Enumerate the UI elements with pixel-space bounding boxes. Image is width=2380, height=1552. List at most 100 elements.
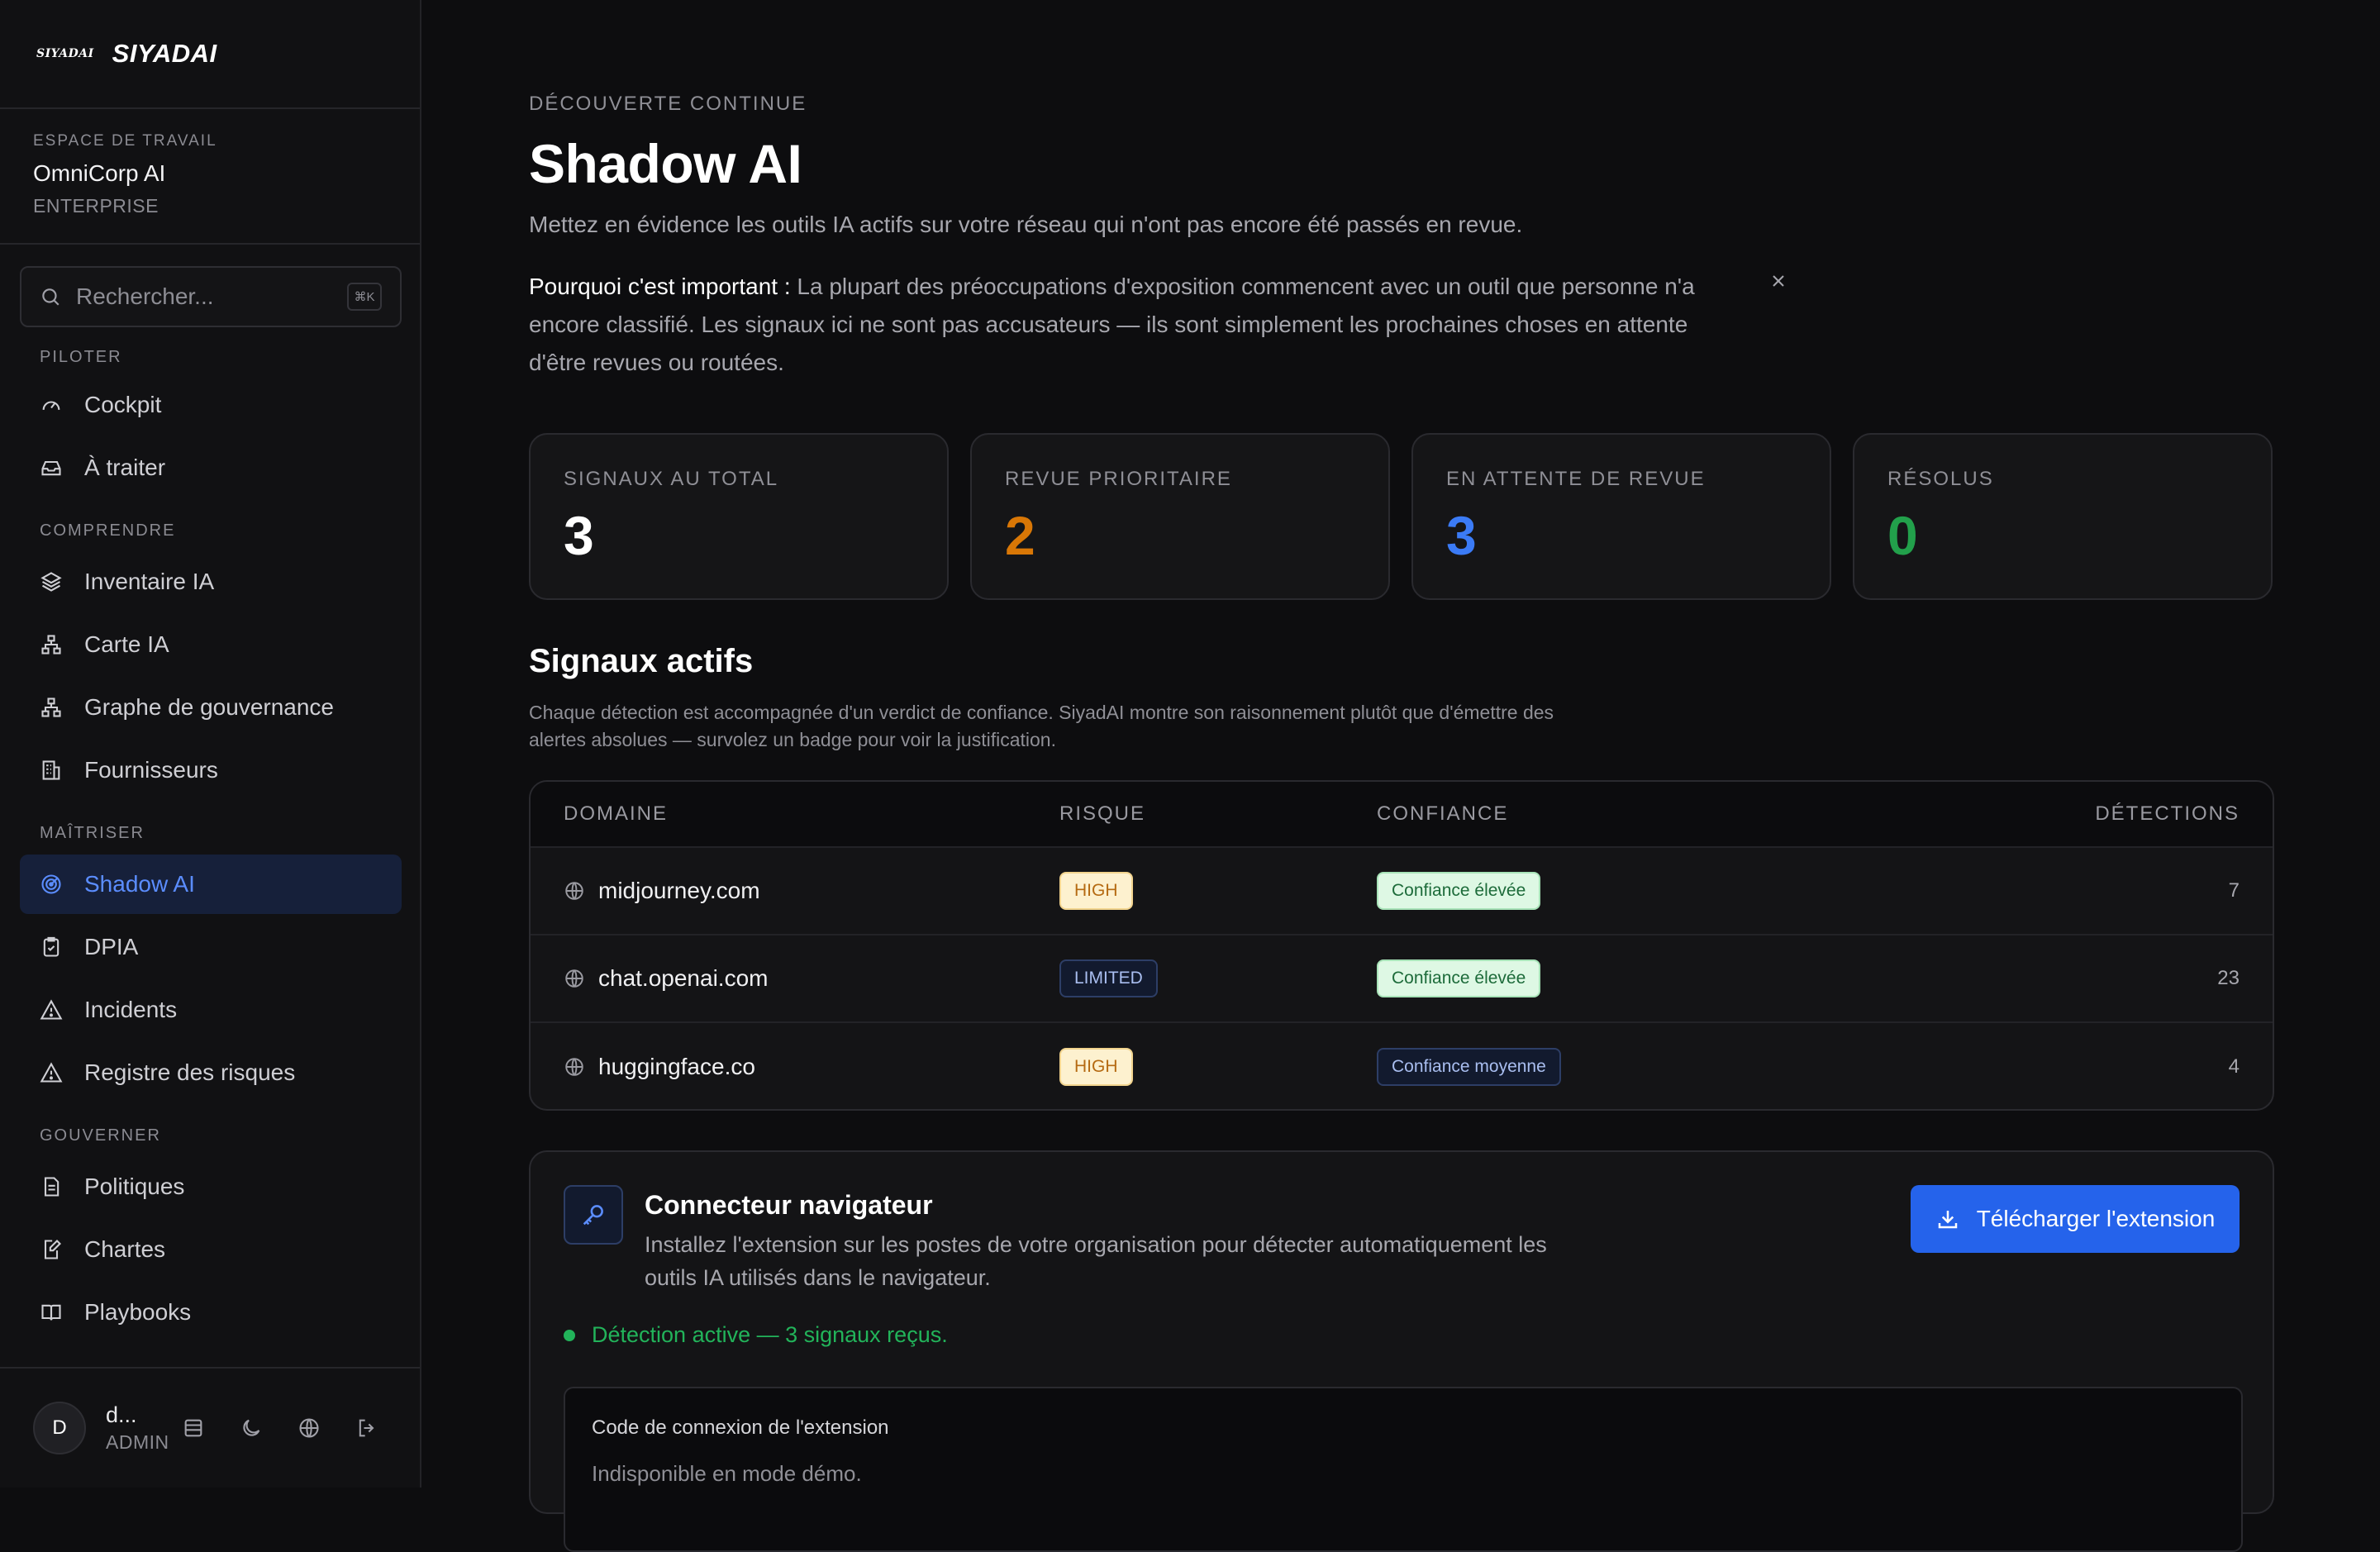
- globe-icon: [565, 969, 583, 988]
- sidebar-item-label: Inventaire IA: [84, 569, 215, 594]
- layers-icon: [40, 572, 62, 592]
- workspace-plan: ENTERPRISE: [33, 195, 159, 217]
- page-eyebrow: DÉCOUVERTE CONTINUE: [529, 93, 807, 115]
- table-row[interactable]: chat.openai.com LIMITED Confiance élevée…: [531, 935, 2273, 1023]
- confidence-cell: Confiance élevée: [1377, 959, 1873, 997]
- why-label: Pourquoi c'est important :: [529, 274, 791, 299]
- connector-title: Connecteur navigateur: [645, 1190, 933, 1220]
- brand[interactable]: SIYADAI SIYADAI: [0, 0, 420, 109]
- moon-icon[interactable]: [240, 1416, 263, 1440]
- sidebar-item-shadow-ai[interactable]: Shadow AI: [20, 855, 402, 914]
- logout-icon[interactable]: [355, 1416, 378, 1440]
- sidebar-item-label: Carte IA: [84, 631, 169, 657]
- sidebar-item-graphe-de-gouvernance[interactable]: Graphe de gouvernance: [20, 678, 402, 737]
- user-name: d...: [106, 1402, 137, 1427]
- stat-value: 0: [1887, 505, 1918, 566]
- stat-value: 3: [564, 505, 594, 566]
- page-subtitle: Mettez en évidence les outils IA actifs …: [529, 212, 1523, 237]
- domain-name: midjourney.com: [598, 878, 760, 903]
- stat-card: REVUE PRIORITAIRE 2: [970, 433, 1390, 600]
- domain-cell: huggingface.co: [531, 1054, 1059, 1080]
- detection-status: Détection active — 3 signaux reçus.: [564, 1322, 948, 1348]
- risk-cell: HIGH: [1059, 1048, 1377, 1086]
- detections-count: 23: [2217, 967, 2240, 989]
- user-panel: D d... ADMIN: [0, 1367, 420, 1488]
- sidebar: SIYADAI SIYADAI ESPACE DE TRAVAIL OmniCo…: [0, 0, 421, 1488]
- sidebar-item-registre-des-risques[interactable]: Registre des risques: [20, 1043, 402, 1102]
- confidence-badge[interactable]: Confiance élevée: [1377, 959, 1541, 997]
- column-header-detections[interactable]: DÉTECTIONS: [1873, 802, 2273, 826]
- sidebar-item-label: Playbooks: [84, 1299, 192, 1325]
- sidebar-item-label: Graphe de gouvernance: [84, 694, 334, 720]
- network-icon: [41, 635, 61, 655]
- page-title: Shadow AI: [529, 133, 802, 194]
- sidebar-item-a-traiter[interactable]: À traiter: [20, 438, 402, 497]
- sidebar-item-incidents[interactable]: Incidents: [20, 980, 402, 1040]
- globe-icon: [565, 882, 583, 900]
- table-row[interactable]: midjourney.com HIGH Confiance élevée 7: [531, 848, 2273, 935]
- clipboard-icon: [43, 936, 60, 957]
- sidebar-nav: PILOTER Cockpit À traiter COMPRENDRE Inv…: [20, 340, 402, 1345]
- close-icon[interactable]: [1768, 271, 1788, 291]
- sidebar-item-carte-ia[interactable]: Carte IA: [20, 615, 402, 674]
- download-button-label: Télécharger l'extension: [1976, 1206, 2216, 1231]
- risk-badge[interactable]: HIGH: [1059, 1048, 1133, 1086]
- domain-cell: midjourney.com: [531, 878, 1059, 904]
- confidence-cell: Confiance élevée: [1377, 872, 1873, 910]
- sidebar-item-label: Cockpit: [84, 392, 162, 417]
- sidebar-item-fournisseurs[interactable]: Fournisseurs: [20, 740, 402, 800]
- search-icon: [42, 288, 60, 306]
- column-header-confidence[interactable]: CONFIANCE: [1377, 802, 1873, 826]
- column-header-risk[interactable]: RISQUE: [1059, 802, 1377, 826]
- search-placeholder: Rechercher...: [76, 283, 214, 309]
- table-header: DOMAINE RISQUE CONFIANCE DÉTECTIONS: [531, 782, 2273, 848]
- sidebar-item-label: DPIA: [84, 934, 139, 959]
- signals-table: DOMAINE RISQUE CONFIANCE DÉTECTIONS midj…: [529, 780, 2274, 1111]
- domain-cell: chat.openai.com: [531, 965, 1059, 992]
- column-header-domain[interactable]: DOMAINE: [531, 802, 1059, 826]
- risk-badge[interactable]: HIGH: [1059, 872, 1133, 910]
- user-info: d... ADMIN: [106, 1402, 172, 1454]
- stat-label: RÉSOLUS: [1887, 468, 1994, 490]
- globe-icon[interactable]: [298, 1416, 321, 1440]
- browser-connector-card: Connecteur navigateur Installez l'extens…: [529, 1150, 2274, 1552]
- panel-icon[interactable]: [182, 1416, 205, 1440]
- confidence-badge[interactable]: Confiance élevée: [1377, 872, 1541, 910]
- status-dot-icon: [564, 1329, 575, 1341]
- key-icon: [583, 1205, 603, 1226]
- workspace-switcher[interactable]: ESPACE DE TRAVAIL OmniCorp AI ENTERPRISE: [0, 109, 420, 245]
- sidebar-item-label: Politiques: [84, 1174, 185, 1199]
- detection-status-text: Détection active — 3 signaux reçus.: [592, 1322, 948, 1347]
- detections-count: 4: [2228, 1055, 2240, 1078]
- sidebar-item-cockpit[interactable]: Cockpit: [20, 375, 402, 435]
- risk-badge[interactable]: LIMITED: [1059, 959, 1158, 997]
- sidebar-item-chartes[interactable]: Chartes: [20, 1220, 402, 1279]
- search-input[interactable]: Rechercher... ⌘K: [20, 266, 402, 327]
- sidebar-item-label: À traiter: [84, 455, 166, 480]
- nav-section-title: PILOTER: [40, 348, 122, 366]
- table-row[interactable]: huggingface.co HIGH Confiance moyenne 4: [531, 1023, 2273, 1109]
- footer-actions: [182, 1416, 378, 1440]
- sidebar-item-inventaire-ia[interactable]: Inventaire IA: [20, 552, 402, 612]
- detections-count: 7: [2228, 879, 2240, 902]
- sidebar-item-dpia[interactable]: DPIA: [20, 917, 402, 977]
- sidebar-item-politiques[interactable]: Politiques: [20, 1157, 402, 1216]
- building-icon: [42, 760, 60, 780]
- network-icon: [41, 697, 61, 717]
- book-icon: [41, 1304, 61, 1321]
- section-description: Chaque détection est accompagnée d'un ve…: [529, 702, 1554, 750]
- download-extension-button[interactable]: Télécharger l'extension: [1911, 1185, 2240, 1253]
- nav-section-title: COMPRENDRE: [40, 521, 176, 540]
- confidence-badge[interactable]: Confiance moyenne: [1377, 1048, 1561, 1086]
- sidebar-item-label: Fournisseurs: [84, 757, 218, 783]
- risk-cell: LIMITED: [1059, 959, 1377, 997]
- avatar[interactable]: D: [33, 1402, 86, 1454]
- stat-value: 3: [1446, 505, 1477, 566]
- connector-badge: [564, 1185, 623, 1245]
- domain-name: chat.openai.com: [598, 965, 769, 991]
- sidebar-item-label: Shadow AI: [84, 871, 195, 897]
- sidebar-item-label: Chartes: [84, 1236, 166, 1262]
- nav-section-title: MAÎTRISER: [40, 824, 145, 842]
- confidence-cell: Confiance moyenne: [1377, 1048, 1873, 1086]
- sidebar-item-playbooks[interactable]: Playbooks: [20, 1283, 402, 1342]
